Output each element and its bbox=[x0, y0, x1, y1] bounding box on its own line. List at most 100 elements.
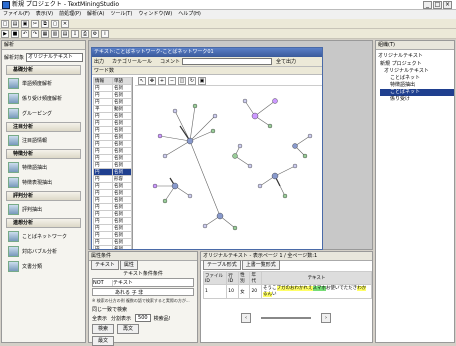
tree-network-2[interactable]: ことばネット bbox=[380, 89, 454, 96]
clear-option[interactable]: 検索品! bbox=[154, 315, 171, 322]
export-icon[interactable]: ⇩ bbox=[71, 29, 79, 38]
table-row[interactable]: 円形容 bbox=[93, 175, 132, 183]
save-icon[interactable]: ▣ bbox=[21, 19, 29, 28]
word-network-button[interactable]: ことばネットワーク bbox=[8, 230, 79, 243]
word-frequency-button[interactable]: 単語頻度解析 bbox=[8, 77, 79, 90]
table-row[interactable]: 円名詞 bbox=[93, 245, 132, 249]
comment-input[interactable] bbox=[182, 58, 273, 65]
tab-table[interactable]: テーブル形式 bbox=[203, 260, 241, 270]
delete-icon[interactable]: ✕ bbox=[61, 19, 69, 28]
tab-list[interactable]: 上書一覧形式 bbox=[241, 260, 280, 270]
header-age[interactable]: 年代 bbox=[249, 271, 262, 285]
refresh-icon[interactable]: ↻ bbox=[188, 77, 196, 85]
radio-split[interactable]: 分割表示 bbox=[111, 315, 131, 322]
tree-dependency[interactable]: 係り受け bbox=[380, 96, 454, 103]
table-row[interactable]: 円名詞 bbox=[93, 231, 132, 239]
table-row[interactable]: 円名詞 bbox=[93, 91, 132, 99]
zoom-out-icon[interactable]: − bbox=[168, 77, 176, 85]
header-text[interactable]: テキスト bbox=[261, 271, 372, 285]
minimize-button[interactable]: _ bbox=[423, 1, 432, 9]
table-row[interactable]: 円名詞 bbox=[93, 126, 132, 134]
select-tool-icon[interactable]: ↖ bbox=[138, 77, 146, 85]
prev-page-icon[interactable]: ‹ bbox=[241, 313, 251, 323]
radio-all[interactable]: 全表示 bbox=[92, 315, 107, 322]
paste-icon[interactable]: ▢ bbox=[51, 19, 59, 28]
header-line-id[interactable]: 行ID bbox=[226, 271, 240, 285]
header-file-id[interactable]: ファイルID bbox=[202, 271, 228, 285]
tree-feature[interactable]: 特徴語抽出 bbox=[380, 82, 454, 89]
tree-network-1[interactable]: ことばネット bbox=[380, 75, 454, 82]
table-row[interactable]: 平動詞 bbox=[93, 105, 132, 113]
tree-project[interactable]: 新規 プロジェクト bbox=[380, 61, 454, 68]
table-row[interactable]: 円名詞 bbox=[93, 140, 132, 148]
table-row[interactable]: 円名詞 bbox=[93, 203, 132, 211]
table-row[interactable]: 円名詞 bbox=[93, 224, 132, 232]
section-feature[interactable]: 特徴分析 bbox=[6, 149, 81, 159]
search-button[interactable]: 検索 bbox=[92, 324, 114, 334]
table-row[interactable]: 円名詞 bbox=[93, 154, 132, 162]
tab-attribute[interactable]: 属性 bbox=[119, 260, 138, 270]
run-icon[interactable]: ▶ bbox=[1, 29, 9, 38]
table-row[interactable]: 円名詞 bbox=[93, 98, 132, 106]
table-row[interactable]: 円名詞 bbox=[93, 168, 132, 176]
menu-window[interactable]: ウィンドウ(W) bbox=[138, 10, 172, 19]
table-row[interactable]: 円名詞 bbox=[93, 189, 132, 197]
header-gender[interactable]: 性別 bbox=[238, 271, 251, 285]
layout-icon[interactable]: ◫ bbox=[178, 77, 186, 85]
search-next-button[interactable]: 再文 bbox=[117, 324, 139, 334]
output-label[interactable]: 出力 bbox=[94, 58, 104, 65]
menu-view[interactable]: 表示(V) bbox=[36, 10, 53, 19]
network-canvas[interactable]: ↖ ✥ + − ◫ ↻ ▣ bbox=[135, 77, 322, 249]
attention-word-button[interactable]: 注目語情報 bbox=[8, 134, 79, 147]
menu-help[interactable]: ヘルプ(H) bbox=[178, 10, 201, 19]
table-row[interactable]: 円名詞 bbox=[93, 133, 132, 141]
copy-icon[interactable]: ⧉ bbox=[41, 19, 49, 28]
section-basic[interactable]: 基礎分析 bbox=[6, 65, 81, 75]
info-icon[interactable]: i bbox=[101, 29, 109, 38]
close-button[interactable]: × bbox=[443, 1, 452, 9]
table-row[interactable]: 円名詞 bbox=[93, 112, 132, 120]
new-icon[interactable]: □ bbox=[1, 19, 9, 28]
next-page-icon[interactable]: › bbox=[321, 313, 331, 323]
undo-icon[interactable]: ↶ bbox=[21, 29, 29, 38]
page-slider[interactable] bbox=[261, 317, 311, 319]
redo-icon[interactable]: ↷ bbox=[31, 29, 39, 38]
zoom-in-icon[interactable]: + bbox=[158, 77, 166, 85]
menu-file[interactable]: ファイル(F) bbox=[3, 10, 30, 19]
table-row[interactable]: 円名詞 bbox=[93, 217, 132, 225]
open-icon[interactable]: ▤ bbox=[11, 19, 19, 28]
table-row[interactable]: 円名詞 bbox=[93, 84, 132, 92]
move-tool-icon[interactable]: ✥ bbox=[148, 77, 156, 85]
export-image-icon[interactable]: ▣ bbox=[198, 77, 206, 85]
chart-icon[interactable]: ▥ bbox=[51, 29, 59, 38]
table-header-word[interactable]: 単語 bbox=[112, 77, 132, 85]
table-row[interactable]: 円名詞 bbox=[93, 147, 132, 155]
bubble-analysis-button[interactable]: 対応バブル分析 bbox=[8, 245, 79, 258]
reputation-button[interactable]: 評判抽出 bbox=[8, 203, 79, 216]
grouping-button[interactable]: グルーピング bbox=[8, 107, 79, 120]
section-reputation[interactable]: 評判分析 bbox=[6, 191, 81, 201]
table-row[interactable]: 円名詞 bbox=[93, 196, 132, 204]
settings-icon[interactable]: ⚙ bbox=[91, 29, 99, 38]
display-all-label[interactable]: 全て出力 bbox=[276, 58, 296, 65]
feature-word-button[interactable]: 特徴語抽出 bbox=[8, 161, 79, 174]
tree-original-text[interactable]: オリジナルテキスト bbox=[380, 68, 454, 75]
cut-icon[interactable]: ✂ bbox=[31, 19, 39, 28]
print-icon[interactable]: ⎙ bbox=[81, 29, 89, 38]
page-size-input[interactable]: 500 bbox=[135, 314, 151, 322]
table-icon[interactable]: ▤ bbox=[61, 29, 69, 38]
table-row[interactable]: 円名詞 bbox=[93, 182, 132, 190]
stop-icon[interactable]: ■ bbox=[11, 29, 19, 38]
dependency-frequency-button[interactable]: 係り受け頻度解析 bbox=[8, 92, 79, 105]
table-row[interactable]: 円名詞 bbox=[93, 119, 132, 127]
menu-tools[interactable]: ツール(T) bbox=[110, 10, 132, 19]
section-attention[interactable]: 注目分析 bbox=[6, 122, 81, 132]
feature-expression-button[interactable]: 特徴表現抽出 bbox=[8, 176, 79, 189]
doc-classify-button[interactable]: 文書分類 bbox=[8, 260, 79, 273]
exact-match-option[interactable]: 同じ一致で検索 bbox=[92, 306, 194, 313]
maximize-button[interactable]: □ bbox=[433, 1, 442, 9]
table-row[interactable]: 円名詞 bbox=[93, 238, 132, 246]
table-row[interactable]: 円名詞 bbox=[93, 210, 132, 218]
section-association[interactable]: 連想分析 bbox=[6, 218, 81, 228]
condition-row[interactable]: あれる 子 非 bbox=[92, 288, 194, 296]
